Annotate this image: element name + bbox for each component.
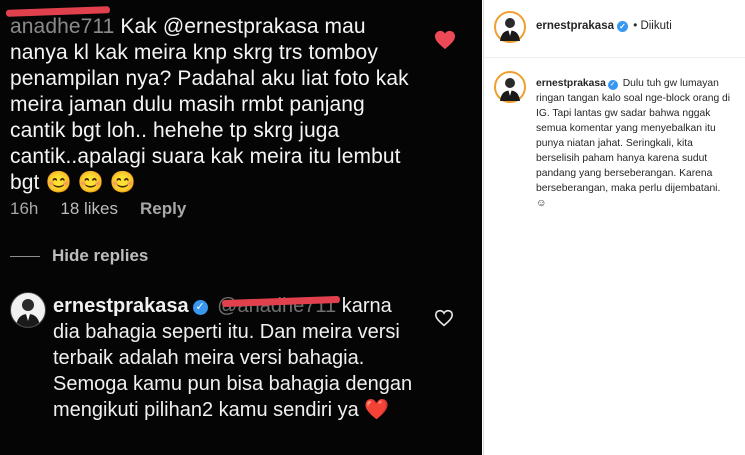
comment-likes-link[interactable]: 18 likes bbox=[60, 199, 118, 219]
post-caption: ernestprakasa ✓ Dulu tuh gw lumayan ringa… bbox=[536, 76, 732, 211]
comment-meta: 16h 18 likes Reply bbox=[10, 199, 186, 219]
follow-status-button[interactable]: Diikuti bbox=[640, 20, 671, 32]
heart-filled-icon[interactable] bbox=[434, 30, 456, 50]
verified-badge-icon: ✓ bbox=[617, 21, 628, 32]
comment-username[interactable]: anadhe711 bbox=[10, 15, 114, 38]
post-panel: ernestprakasa ✓ • Diikuti ernestprakasa ✓ … bbox=[483, 0, 745, 455]
separator-dot: • bbox=[633, 20, 638, 32]
person-icon bbox=[16, 299, 40, 327]
caption-author-avatar[interactable] bbox=[494, 71, 526, 103]
comment-emojis: 😊 😊 😊 bbox=[45, 171, 137, 194]
caption-text: Dulu tuh gw lumayan ringan tangan kalo s… bbox=[536, 78, 731, 194]
comments-panel: anadhe711 Kak @ernestprakasa mau nanya k… bbox=[0, 0, 482, 455]
post-author-username[interactable]: ernestprakasa bbox=[536, 20, 614, 32]
caption-emoji: ☺ bbox=[536, 198, 547, 209]
reply-username[interactable]: ernestprakasa bbox=[53, 295, 189, 317]
post-author-line: ernestprakasa ✓ • Diikuti bbox=[536, 20, 672, 32]
reply-button[interactable]: Reply bbox=[140, 199, 186, 219]
heart-outline-icon[interactable] bbox=[434, 309, 454, 327]
verified-badge-icon: ✓ bbox=[607, 80, 618, 90]
hide-replies-button[interactable]: Hide replies bbox=[52, 246, 148, 266]
post-author-avatar[interactable] bbox=[494, 11, 526, 43]
comment-text: Kak @ernestprakasa mau nanya kl kak meir… bbox=[10, 15, 409, 194]
reply-body: ernestprakasa ✓ @anadhe711 karna dia baha… bbox=[53, 293, 413, 423]
reply-emoji: ❤️ bbox=[364, 399, 390, 421]
person-icon bbox=[500, 18, 520, 41]
hide-replies-line bbox=[10, 256, 40, 257]
person-icon bbox=[500, 78, 520, 101]
comment-time: 16h bbox=[10, 199, 39, 218]
verified-badge-icon: ✓ bbox=[192, 300, 208, 315]
reply-avatar[interactable] bbox=[10, 292, 46, 328]
comment-body: anadhe711 Kak @ernestprakasa mau nanya k… bbox=[10, 14, 425, 196]
caption-username[interactable]: ernestprakasa bbox=[536, 78, 606, 89]
post-header: ernestprakasa ✓ • Diikuti bbox=[484, 0, 745, 58]
